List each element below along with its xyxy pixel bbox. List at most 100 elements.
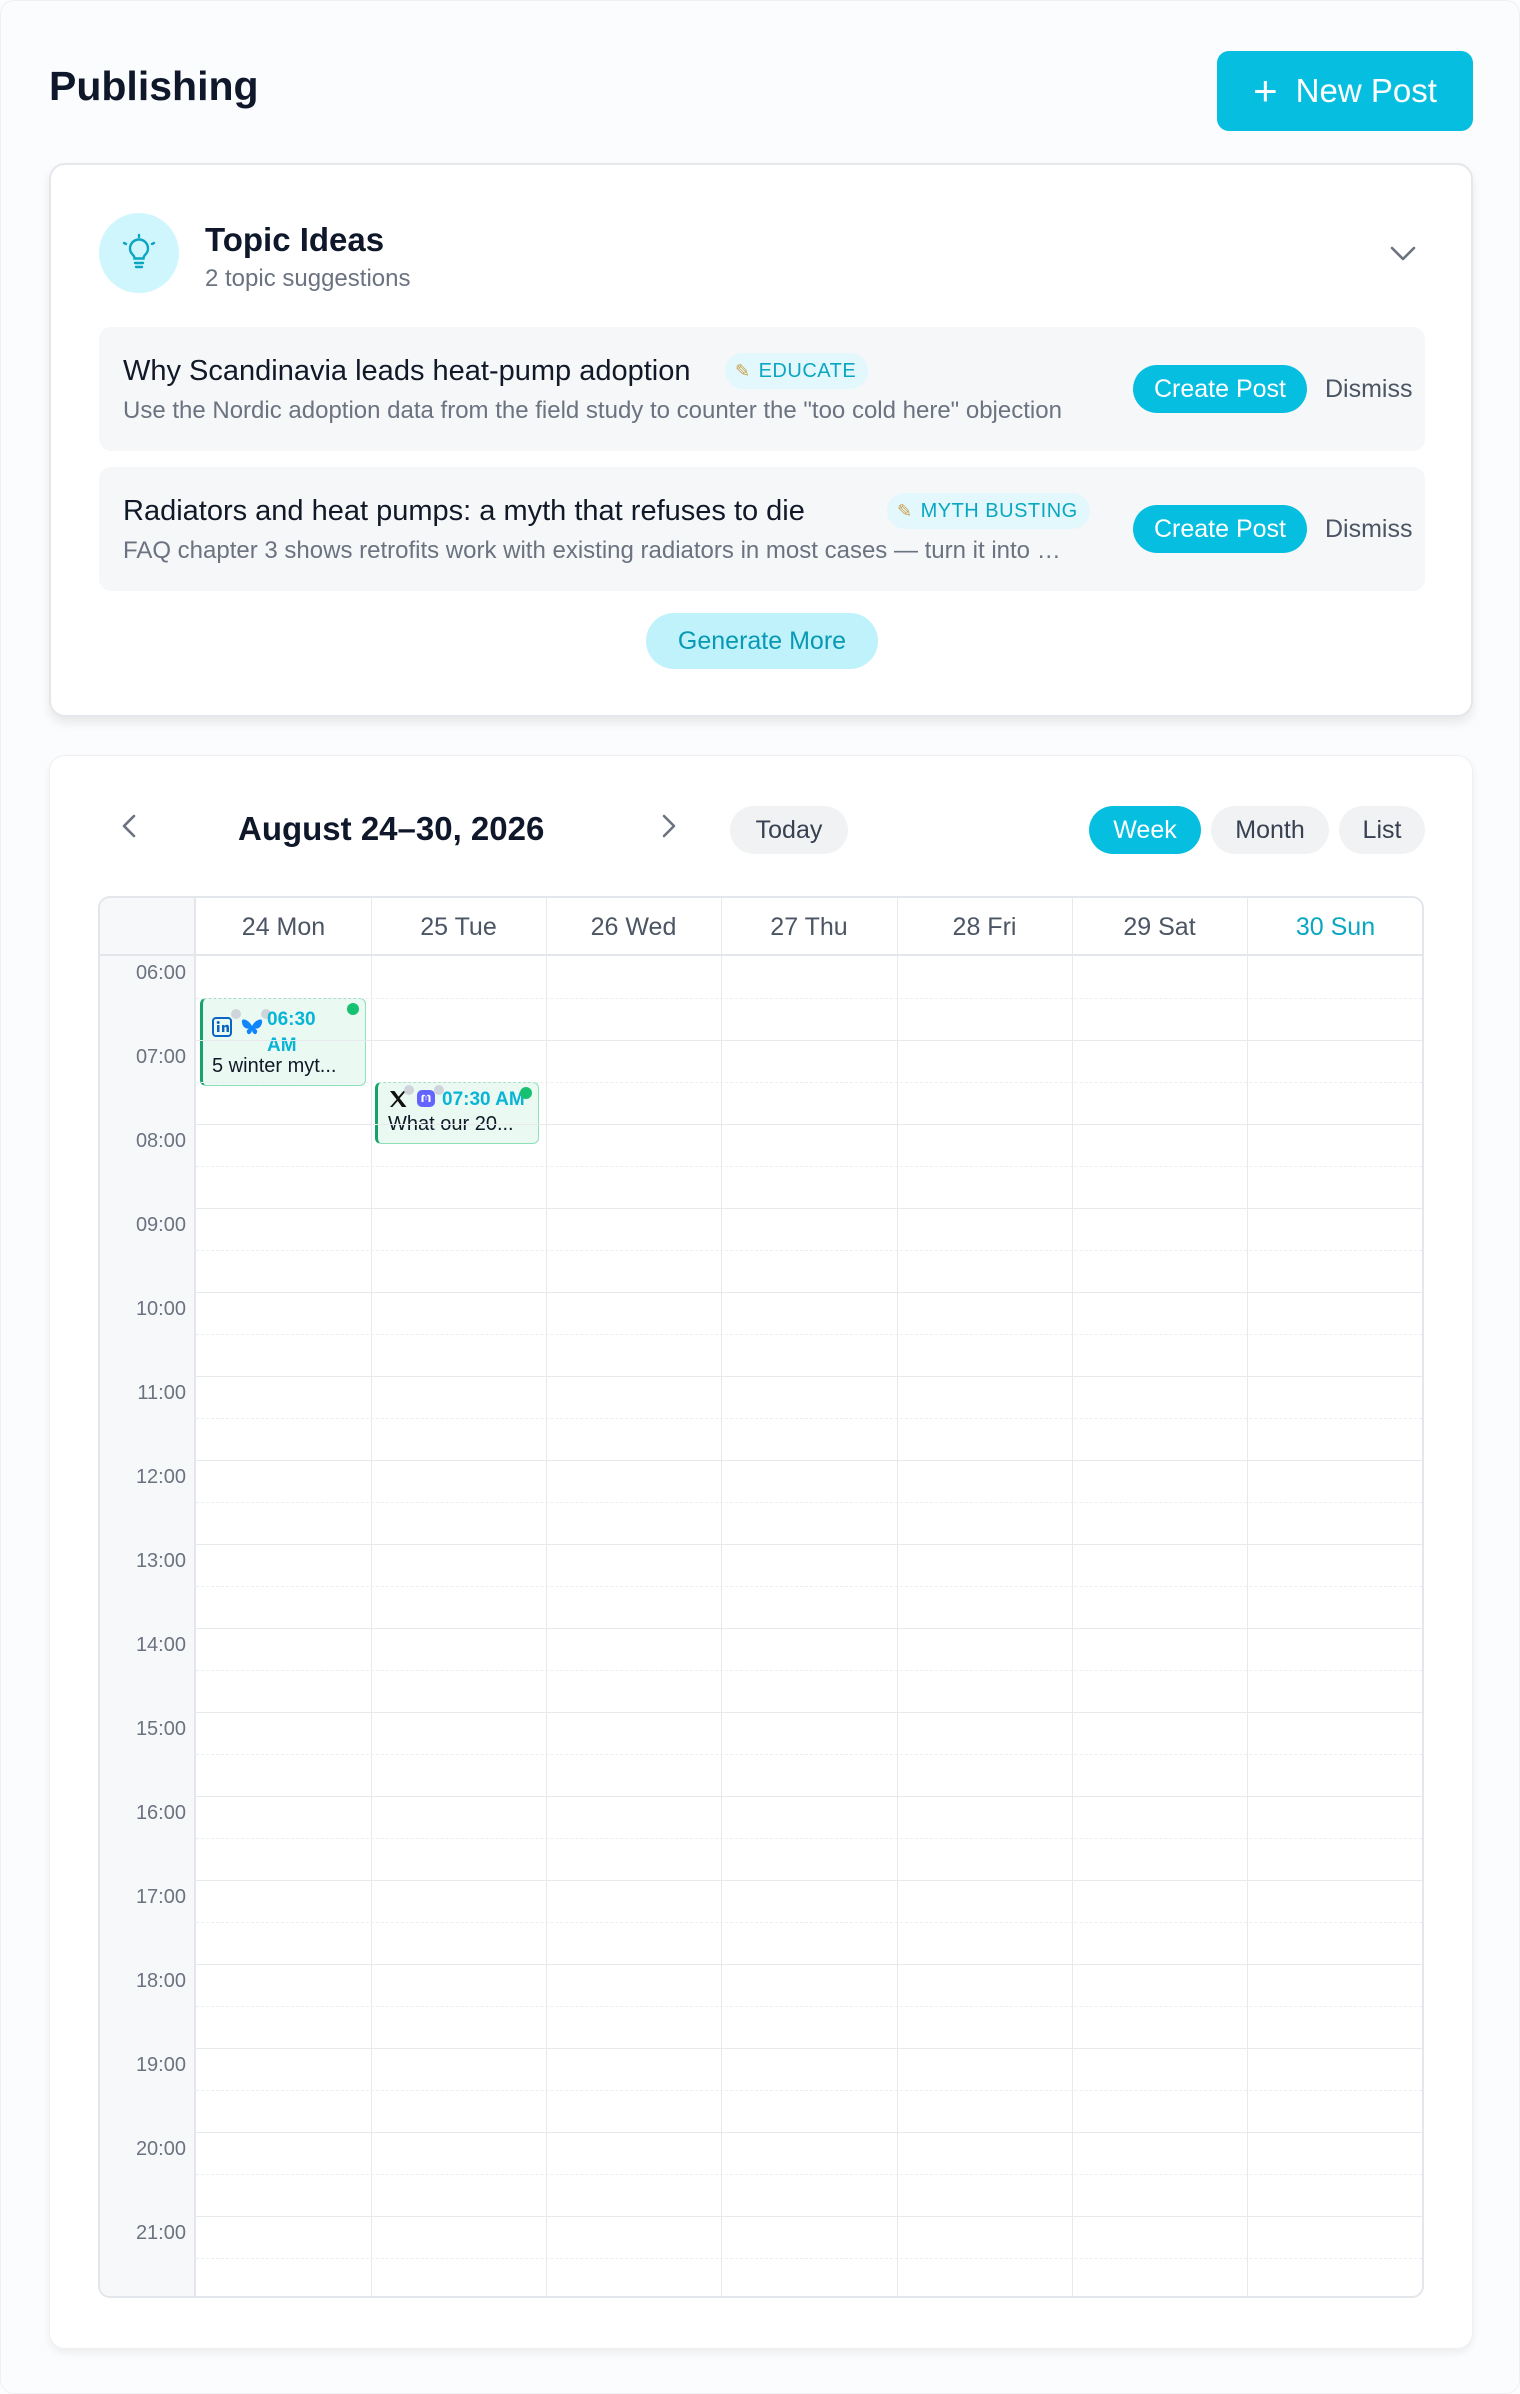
hour-label: 13:00 bbox=[135, 1550, 186, 1572]
column-divider bbox=[1072, 898, 1073, 2296]
mastodon-icon bbox=[417, 1090, 435, 1107]
plus-icon: + bbox=[1253, 67, 1278, 114]
hour-label: 19:00 bbox=[135, 2054, 186, 2076]
column-divider bbox=[721, 898, 722, 2296]
lightbulb-icon bbox=[99, 213, 179, 293]
hour-label: 21:00 bbox=[135, 2222, 186, 2244]
day-header[interactable]: 26 Wed bbox=[546, 898, 721, 956]
page-title: Publishing bbox=[49, 63, 259, 109]
status-dot bbox=[520, 1087, 532, 1099]
chevron-left-icon[interactable] bbox=[110, 806, 150, 846]
half-hour-divider bbox=[196, 2006, 1422, 2007]
half-hour-divider bbox=[196, 1670, 1422, 1671]
hour-label: 08:00 bbox=[135, 1130, 186, 1152]
date-range-title: August 24–30, 2026 bbox=[238, 810, 545, 847]
suggestion-title: Why Scandinavia leads heat-pump adoption bbox=[123, 355, 691, 387]
column-divider bbox=[897, 898, 898, 2296]
hour-divider bbox=[196, 1124, 1422, 1125]
hour-label: 10:00 bbox=[135, 1298, 186, 1320]
create-post-button[interactable]: Create Post bbox=[1133, 365, 1307, 413]
hour-divider bbox=[196, 1544, 1422, 1545]
event-time: 07:30 AM bbox=[442, 1089, 525, 1110]
hour-divider bbox=[196, 1712, 1422, 1713]
half-hour-divider bbox=[196, 1418, 1422, 1419]
publishing-panel: Publishing + New Post Topic Ideas 2 topi… bbox=[0, 0, 1520, 2394]
dismiss-button[interactable]: Dismiss bbox=[1325, 365, 1413, 413]
create-post-button[interactable]: Create Post bbox=[1133, 505, 1307, 553]
status-indicator bbox=[404, 1085, 414, 1095]
event-time: 06:30 AM bbox=[267, 1007, 316, 1059]
topic-ideas-title: Topic Ideas bbox=[205, 221, 385, 258]
hour-label: 15:00 bbox=[135, 1718, 186, 1740]
day-header[interactable]: 25 Tue bbox=[371, 898, 546, 956]
hour-divider bbox=[196, 2132, 1422, 2133]
suggestion-description: Use the Nordic adoption data from the fi… bbox=[123, 397, 1062, 424]
hour-label: 20:00 bbox=[135, 2138, 186, 2160]
column-divider bbox=[546, 898, 547, 2296]
scheduled-post[interactable]: 07:30 AM What our 20... bbox=[375, 1082, 539, 1144]
hour-divider bbox=[196, 1796, 1422, 1797]
hour-divider bbox=[196, 2048, 1422, 2049]
memo-icon: ✎ bbox=[897, 500, 913, 521]
hour-label: 16:00 bbox=[135, 1802, 186, 1824]
hour-label: 14:00 bbox=[135, 1634, 186, 1656]
week-grid: 24 Mon 25 Tue 26 Wed 27 Thu 28 Fri 29 Sa… bbox=[98, 896, 1424, 2298]
new-post-button[interactable]: + New Post bbox=[1217, 51, 1473, 131]
hour-divider bbox=[196, 1376, 1422, 1377]
calendar-card: August 24–30, 2026 Today Week Month List… bbox=[49, 755, 1473, 2349]
day-header[interactable]: 29 Sat bbox=[1072, 898, 1247, 956]
half-hour-divider bbox=[196, 1754, 1422, 1755]
suggestion-description: FAQ chapter 3 shows retrofits work with … bbox=[123, 537, 1063, 564]
dismiss-button[interactable]: Dismiss bbox=[1325, 505, 1413, 553]
hour-divider bbox=[196, 1292, 1422, 1293]
hour-divider bbox=[196, 1040, 1422, 1041]
hour-label: 09:00 bbox=[135, 1214, 186, 1236]
linkedin-icon bbox=[212, 1017, 232, 1037]
generate-more-button[interactable]: Generate More bbox=[646, 613, 878, 669]
status-dot bbox=[347, 1003, 359, 1015]
status-indicator bbox=[231, 1009, 241, 1019]
hour-label: 12:00 bbox=[135, 1466, 186, 1488]
half-hour-divider bbox=[196, 2174, 1422, 2175]
day-header[interactable]: 28 Fri bbox=[897, 898, 1072, 956]
scheduled-post[interactable]: 06:30 AM 5 winter myt... bbox=[200, 998, 366, 1086]
topic-ideas-count: 2 topic suggestions bbox=[205, 265, 411, 292]
tag-badge: ✎ MYTH BUSTING bbox=[887, 493, 1090, 529]
half-hour-divider bbox=[196, 2258, 1422, 2259]
new-post-label: New Post bbox=[1295, 72, 1437, 109]
hour-label: 06:00 bbox=[135, 962, 186, 984]
event-time-hour: 06:30 bbox=[267, 1009, 316, 1030]
hour-divider bbox=[196, 1460, 1422, 1461]
hour-divider bbox=[196, 1628, 1422, 1629]
topic-suggestion: Radiators and heat pumps: a myth that re… bbox=[99, 467, 1425, 591]
tag-badge: ✎ EDUCATE bbox=[725, 353, 869, 389]
day-header[interactable]: 24 Mon bbox=[196, 898, 371, 956]
hour-divider bbox=[196, 1208, 1422, 1209]
view-list-button[interactable]: List bbox=[1339, 806, 1425, 854]
chevron-right-icon[interactable] bbox=[648, 806, 688, 846]
half-hour-divider bbox=[196, 1586, 1422, 1587]
hour-label: 11:00 bbox=[137, 1382, 186, 1404]
half-hour-divider bbox=[196, 1838, 1422, 1839]
half-hour-divider bbox=[196, 1502, 1422, 1503]
hour-label: 17:00 bbox=[135, 1886, 186, 1908]
half-hour-divider bbox=[196, 1250, 1422, 1251]
day-header[interactable]: 27 Thu bbox=[721, 898, 897, 956]
tag-label: MYTH BUSTING bbox=[920, 499, 1078, 522]
suggestion-title: Radiators and heat pumps: a myth that re… bbox=[123, 495, 805, 527]
memo-icon: ✎ bbox=[735, 360, 751, 381]
bluesky-icon bbox=[241, 1019, 263, 1035]
chevron-down-icon[interactable] bbox=[1385, 235, 1421, 271]
hour-label: 07:00 bbox=[135, 1046, 186, 1068]
view-week-button[interactable]: Week bbox=[1089, 806, 1201, 854]
today-button[interactable]: Today bbox=[730, 806, 848, 854]
hour-divider bbox=[196, 1880, 1422, 1881]
topic-ideas-card: Topic Ideas 2 topic suggestions Why Scan… bbox=[49, 163, 1473, 717]
page: Publishing + New Post Topic Ideas 2 topi… bbox=[0, 0, 1520, 2394]
half-hour-divider bbox=[196, 1334, 1422, 1335]
half-hour-divider bbox=[196, 998, 1422, 999]
day-header-today[interactable]: 30 Sun bbox=[1247, 898, 1422, 956]
hour-label: 18:00 bbox=[135, 1970, 186, 1992]
half-hour-divider bbox=[196, 1082, 1422, 1083]
view-month-button[interactable]: Month bbox=[1211, 806, 1329, 854]
